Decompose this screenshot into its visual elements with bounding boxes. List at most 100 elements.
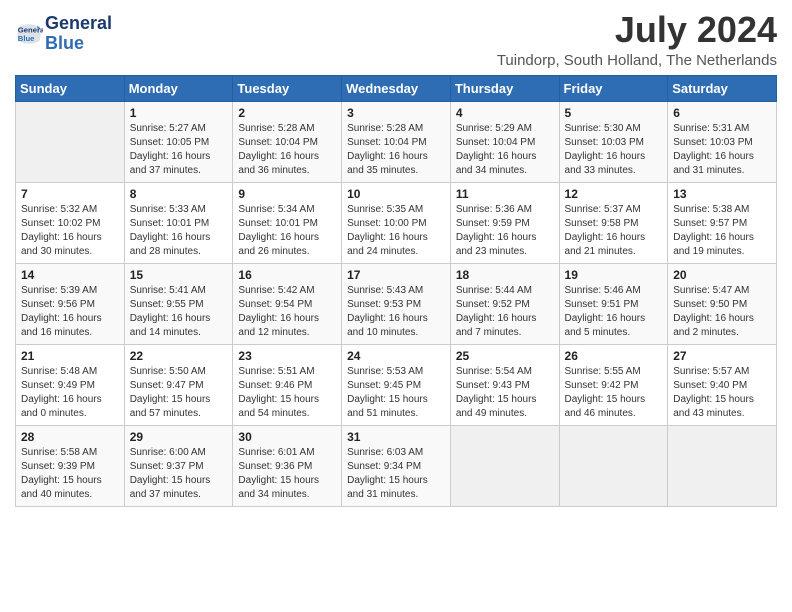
day-info: Sunrise: 5:43 AM Sunset: 9:53 PM Dayligh… — [347, 284, 445, 340]
day-number: 3 — [347, 106, 445, 120]
day-number: 24 — [347, 349, 445, 363]
calendar-table: SundayMondayTuesdayWednesdayThursdayFrid… — [15, 75, 777, 507]
header-cell-tuesday: Tuesday — [233, 75, 342, 101]
calendar-cell: 8 Sunrise: 5:33 AM Sunset: 10:01 PM Dayli… — [124, 182, 233, 263]
title-block: July 2024 Tuindorp, South Holland, The N… — [497, 10, 777, 69]
calendar-cell: 31 Sunrise: 6:03 AM Sunset: 9:34 PM Dayli… — [342, 425, 451, 506]
header-cell-saturday: Saturday — [668, 75, 777, 101]
calendar-cell: 19 Sunrise: 5:46 AM Sunset: 9:51 PM Dayli… — [559, 263, 668, 344]
calendar-cell: 29 Sunrise: 6:00 AM Sunset: 9:37 PM Dayli… — [124, 425, 233, 506]
day-number: 4 — [456, 106, 554, 120]
day-number: 18 — [456, 268, 554, 282]
day-info: Sunrise: 5:53 AM Sunset: 9:45 PM Dayligh… — [347, 365, 445, 421]
calendar-cell: 18Sunrise: 5:44 AM Sunset: 9:52 PM Dayli… — [450, 263, 559, 344]
day-info: Sunrise: 5:27 AM Sunset: 10:05 PM Daylig… — [130, 122, 228, 178]
calendar-cell: 4 Sunrise: 5:29 AM Sunset: 10:04 PM Dayli… — [450, 101, 559, 182]
day-info: Sunrise: 5:46 AM Sunset: 9:51 PM Dayligh… — [565, 284, 663, 340]
calendar-cell: 22 Sunrise: 5:50 AM Sunset: 9:47 PM Dayli… — [124, 344, 233, 425]
day-number: 21 — [21, 349, 119, 363]
calendar-cell: 2 Sunrise: 5:28 AM Sunset: 10:04 PM Dayli… — [233, 101, 342, 182]
day-info: Sunrise: 5:37 AM Sunset: 9:58 PM Dayligh… — [565, 203, 663, 259]
calendar-cell — [668, 425, 777, 506]
day-info: Sunrise: 5:54 AM Sunset: 9:43 PM Dayligh… — [456, 365, 554, 421]
day-info: Sunrise: 5:50 AM Sunset: 9:47 PM Dayligh… — [130, 365, 228, 421]
day-info: Sunrise: 5:30 AM Sunset: 10:03 PM Daylig… — [565, 122, 663, 178]
logo-text-line2: Blue — [45, 34, 112, 54]
day-number: 16 — [238, 268, 336, 282]
day-number: 13 — [673, 187, 771, 201]
day-info: Sunrise: 5:28 AM Sunset: 10:04 PM Daylig… — [238, 122, 336, 178]
day-info: Sunrise: 5:39 AM Sunset: 9:56 PM Dayligh… — [21, 284, 119, 340]
calendar-header: SundayMondayTuesdayWednesdayThursdayFrid… — [16, 75, 777, 101]
calendar-cell: 15 Sunrise: 5:41 AM Sunset: 9:55 PM Dayli… — [124, 263, 233, 344]
day-number: 8 — [130, 187, 228, 201]
calendar-cell: 12 Sunrise: 5:37 AM Sunset: 9:58 PM Dayli… — [559, 182, 668, 263]
calendar-cell: 21Sunrise: 5:48 AM Sunset: 9:49 PM Dayli… — [16, 344, 125, 425]
day-number: 29 — [130, 430, 228, 444]
day-info: Sunrise: 5:41 AM Sunset: 9:55 PM Dayligh… — [130, 284, 228, 340]
location-title: Tuindorp, South Holland, The Netherlands — [497, 52, 777, 69]
day-number: 19 — [565, 268, 663, 282]
day-number: 26 — [565, 349, 663, 363]
logo: General Blue General Blue — [15, 14, 112, 54]
day-info: Sunrise: 5:38 AM Sunset: 9:57 PM Dayligh… — [673, 203, 771, 259]
logo-text-line1: General — [45, 14, 112, 34]
header-cell-sunday: Sunday — [16, 75, 125, 101]
day-info: Sunrise: 5:29 AM Sunset: 10:04 PM Daylig… — [456, 122, 554, 178]
week-row-5: 28Sunrise: 5:58 AM Sunset: 9:39 PM Dayli… — [16, 425, 777, 506]
calendar-cell — [450, 425, 559, 506]
calendar-cell: 26Sunrise: 5:55 AM Sunset: 9:42 PM Dayli… — [559, 344, 668, 425]
day-info: Sunrise: 5:33 AM Sunset: 10:01 PM Daylig… — [130, 203, 228, 259]
day-number: 25 — [456, 349, 554, 363]
calendar-cell: 27Sunrise: 5:57 AM Sunset: 9:40 PM Dayli… — [668, 344, 777, 425]
calendar-cell: 7 Sunrise: 5:32 AM Sunset: 10:02 PM Dayli… — [16, 182, 125, 263]
day-number: 31 — [347, 430, 445, 444]
calendar-cell: 5 Sunrise: 5:30 AM Sunset: 10:03 PM Dayli… — [559, 101, 668, 182]
header-cell-monday: Monday — [124, 75, 233, 101]
calendar-cell: 23Sunrise: 5:51 AM Sunset: 9:46 PM Dayli… — [233, 344, 342, 425]
day-number: 11 — [456, 187, 554, 201]
day-number: 30 — [238, 430, 336, 444]
day-number: 6 — [673, 106, 771, 120]
day-number: 17 — [347, 268, 445, 282]
week-row-2: 7 Sunrise: 5:32 AM Sunset: 10:02 PM Dayli… — [16, 182, 777, 263]
header-cell-thursday: Thursday — [450, 75, 559, 101]
header-row: SundayMondayTuesdayWednesdayThursdayFrid… — [16, 75, 777, 101]
day-number: 1 — [130, 106, 228, 120]
calendar-cell: 3Sunrise: 5:28 AM Sunset: 10:04 PM Dayli… — [342, 101, 451, 182]
calendar-cell: 10 Sunrise: 5:35 AM Sunset: 10:00 PM Dayl… — [342, 182, 451, 263]
calendar-cell: 17 Sunrise: 5:43 AM Sunset: 9:53 PM Dayli… — [342, 263, 451, 344]
calendar-cell: 6 Sunrise: 5:31 AM Sunset: 10:03 PM Dayli… — [668, 101, 777, 182]
calendar-cell: 28Sunrise: 5:58 AM Sunset: 9:39 PM Dayli… — [16, 425, 125, 506]
day-number: 10 — [347, 187, 445, 201]
week-row-1: 1 Sunrise: 5:27 AM Sunset: 10:05 PM Dayli… — [16, 101, 777, 182]
calendar-cell: 24 Sunrise: 5:53 AM Sunset: 9:45 PM Dayli… — [342, 344, 451, 425]
calendar-cell — [16, 101, 125, 182]
calendar-cell: 14Sunrise: 5:39 AM Sunset: 9:56 PM Dayli… — [16, 263, 125, 344]
day-info: Sunrise: 6:00 AM Sunset: 9:37 PM Dayligh… — [130, 446, 228, 502]
calendar-cell: 16 Sunrise: 5:42 AM Sunset: 9:54 PM Dayli… — [233, 263, 342, 344]
day-info: Sunrise: 6:03 AM Sunset: 9:34 PM Dayligh… — [347, 446, 445, 502]
calendar-cell: 20Sunrise: 5:47 AM Sunset: 9:50 PM Dayli… — [668, 263, 777, 344]
day-number: 22 — [130, 349, 228, 363]
page-header: General Blue General Blue July 2024 Tuin… — [15, 10, 777, 69]
day-number: 15 — [130, 268, 228, 282]
day-number: 12 — [565, 187, 663, 201]
day-info: Sunrise: 5:42 AM Sunset: 9:54 PM Dayligh… — [238, 284, 336, 340]
calendar-cell: 9Sunrise: 5:34 AM Sunset: 10:01 PM Dayli… — [233, 182, 342, 263]
day-info: Sunrise: 5:32 AM Sunset: 10:02 PM Daylig… — [21, 203, 119, 259]
header-cell-friday: Friday — [559, 75, 668, 101]
day-info: Sunrise: 5:35 AM Sunset: 10:00 PM Daylig… — [347, 203, 445, 259]
week-row-4: 21Sunrise: 5:48 AM Sunset: 9:49 PM Dayli… — [16, 344, 777, 425]
day-number: 2 — [238, 106, 336, 120]
day-info: Sunrise: 5:31 AM Sunset: 10:03 PM Daylig… — [673, 122, 771, 178]
day-number: 27 — [673, 349, 771, 363]
svg-text:Blue: Blue — [18, 34, 35, 43]
header-cell-wednesday: Wednesday — [342, 75, 451, 101]
day-number: 7 — [21, 187, 119, 201]
calendar-cell: 1 Sunrise: 5:27 AM Sunset: 10:05 PM Dayli… — [124, 101, 233, 182]
calendar-body: 1 Sunrise: 5:27 AM Sunset: 10:05 PM Dayli… — [16, 101, 777, 506]
day-number: 5 — [565, 106, 663, 120]
calendar-cell: 30 Sunrise: 6:01 AM Sunset: 9:36 PM Dayli… — [233, 425, 342, 506]
day-info: Sunrise: 6:01 AM Sunset: 9:36 PM Dayligh… — [238, 446, 336, 502]
